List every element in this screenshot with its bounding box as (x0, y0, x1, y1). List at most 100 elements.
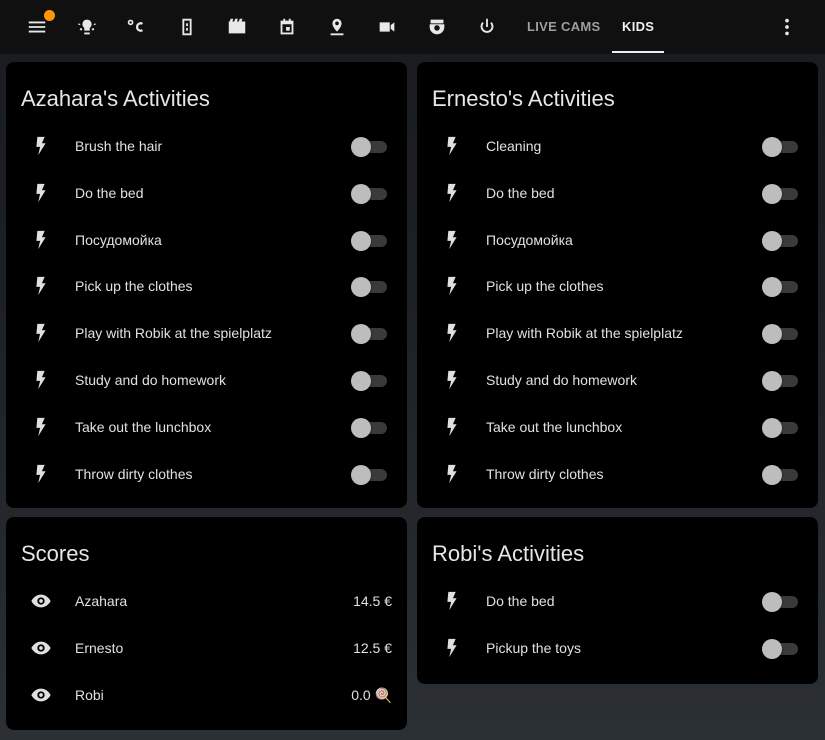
score-row[interactable]: Robi 0.0 🍭 (6, 680, 407, 710)
activity-label: Pick up the clothes (486, 278, 604, 295)
flash-icon (441, 463, 463, 485)
robot-vacuum-icon[interactable] (423, 13, 451, 41)
activity-toggle[interactable] (762, 638, 798, 659)
activity-toggle[interactable] (351, 464, 387, 485)
activity-toggle[interactable] (351, 230, 387, 251)
flash-icon (441, 369, 463, 391)
video-camera-icon[interactable] (373, 13, 401, 41)
activity-label: Play with Robik at the spielplatz (486, 325, 683, 342)
activity-row[interactable]: Play with Robik at the spielplatz (6, 318, 407, 348)
menu-icon[interactable] (23, 10, 55, 41)
activity-toggle[interactable] (762, 592, 798, 612)
activity-toggle[interactable] (351, 277, 387, 298)
flash-icon (30, 135, 52, 157)
thermometer-celsius-icon[interactable] (123, 13, 151, 41)
toggle-thumb (762, 417, 782, 438)
card-title: Ernesto's Activities (432, 86, 615, 111)
toggle-thumb (351, 183, 371, 204)
card-title: Scores (21, 541, 90, 566)
toggle-thumb (762, 230, 782, 251)
flash-icon (441, 637, 463, 659)
activity-label: Do the bed (75, 184, 144, 201)
activity-row[interactable]: Pick up the clothes (417, 271, 818, 301)
toggle-thumb (351, 137, 371, 157)
lightbulb-group-icon[interactable] (73, 13, 101, 41)
activity-toggle[interactable] (762, 183, 798, 204)
toggle-thumb (351, 230, 371, 251)
toggle-thumb (762, 464, 782, 485)
toggle-thumb (351, 324, 371, 345)
activity-row[interactable]: Pick up the clothes (6, 271, 407, 301)
score-value: 14.5 € (353, 593, 392, 609)
toggle-thumb (762, 592, 782, 612)
flash-icon (30, 182, 52, 204)
activity-row[interactable]: Study and do homework (417, 365, 818, 395)
score-name: Robi (75, 686, 104, 703)
card-title: Robi's Activities (432, 541, 585, 566)
activity-row[interactable]: Take out the lunchbox (417, 412, 818, 442)
location-icon[interactable] (323, 13, 351, 41)
activity-row[interactable]: Play with Robik at the spielplatz (417, 318, 818, 348)
score-name: Ernesto (75, 639, 124, 656)
activity-toggle[interactable] (351, 183, 387, 204)
activity-toggle[interactable] (762, 464, 798, 485)
eye-icon (30, 590, 52, 612)
activity-toggle[interactable] (762, 230, 798, 251)
toggle-thumb (351, 277, 371, 298)
flash-icon (30, 416, 52, 438)
toggle-thumb (351, 464, 371, 485)
overflow-menu-icon[interactable] (773, 13, 801, 41)
activity-row[interactable]: Cleaning (417, 131, 818, 161)
power-icon[interactable] (473, 13, 501, 41)
activity-label: Do the bed (486, 593, 555, 609)
toggle-thumb (762, 638, 782, 659)
toggle-thumb (762, 371, 782, 391)
activity-toggle[interactable] (762, 324, 798, 345)
score-row[interactable]: Azahara 14.5 € (6, 586, 407, 616)
activity-label: Do the bed (486, 184, 555, 201)
toggle-thumb (762, 277, 782, 298)
movie-icon[interactable] (223, 13, 251, 41)
activity-toggle[interactable] (762, 277, 798, 298)
activity-label: Take out the lunchbox (486, 418, 623, 435)
activity-row[interactable]: Study and do homework (6, 365, 407, 395)
door-sensor-icon[interactable] (173, 13, 201, 41)
score-row[interactable]: Ernesto 12.5 € (6, 633, 407, 663)
toggle-thumb (351, 417, 371, 438)
activity-row[interactable]: Do the bed (417, 586, 818, 616)
activity-row[interactable]: Take out the lunchbox (6, 412, 407, 442)
activity-label: Посудомойка (486, 231, 573, 248)
active-tab-indicator (612, 51, 664, 53)
notification-badge (44, 10, 55, 21)
activity-label: Take out the lunchbox (75, 418, 212, 435)
activity-label: Cleaning (486, 138, 542, 154)
activity-toggle[interactable] (762, 137, 798, 157)
activity-row[interactable]: Do the bed (6, 178, 407, 208)
activity-row[interactable]: Посудомойка (417, 225, 818, 255)
activity-row[interactable]: Pickup the toys (417, 633, 818, 663)
toggle-thumb (762, 324, 782, 345)
score-name: Azahara (75, 593, 128, 609)
activity-toggle[interactable] (351, 417, 387, 438)
activity-label: Throw dirty clothes (75, 465, 193, 482)
activity-toggle[interactable] (351, 137, 387, 157)
tab-live-cams[interactable]: LIVE CAMS (527, 19, 600, 34)
activity-row[interactable]: Do the bed (417, 178, 818, 208)
top-app-bar: LIVE CAMS KIDS (0, 0, 825, 54)
activity-row[interactable]: Brush the hair (6, 131, 407, 161)
flash-icon (30, 463, 52, 485)
activity-row[interactable]: Throw dirty clothes (417, 459, 818, 489)
activity-row[interactable]: Посудомойка (6, 225, 407, 255)
tab-kids[interactable]: KIDS (622, 19, 654, 34)
activity-toggle[interactable] (762, 371, 798, 391)
activity-row[interactable]: Throw dirty clothes (6, 459, 407, 489)
flash-icon (441, 275, 463, 297)
toggle-thumb (762, 137, 782, 157)
flash-icon (441, 590, 463, 612)
activity-toggle[interactable] (351, 324, 387, 345)
calendar-icon[interactable] (273, 13, 301, 41)
activity-toggle[interactable] (762, 417, 798, 438)
activity-label: Pickup the toys (486, 639, 581, 656)
activity-label: Pick up the clothes (75, 278, 193, 295)
activity-toggle[interactable] (351, 371, 387, 391)
